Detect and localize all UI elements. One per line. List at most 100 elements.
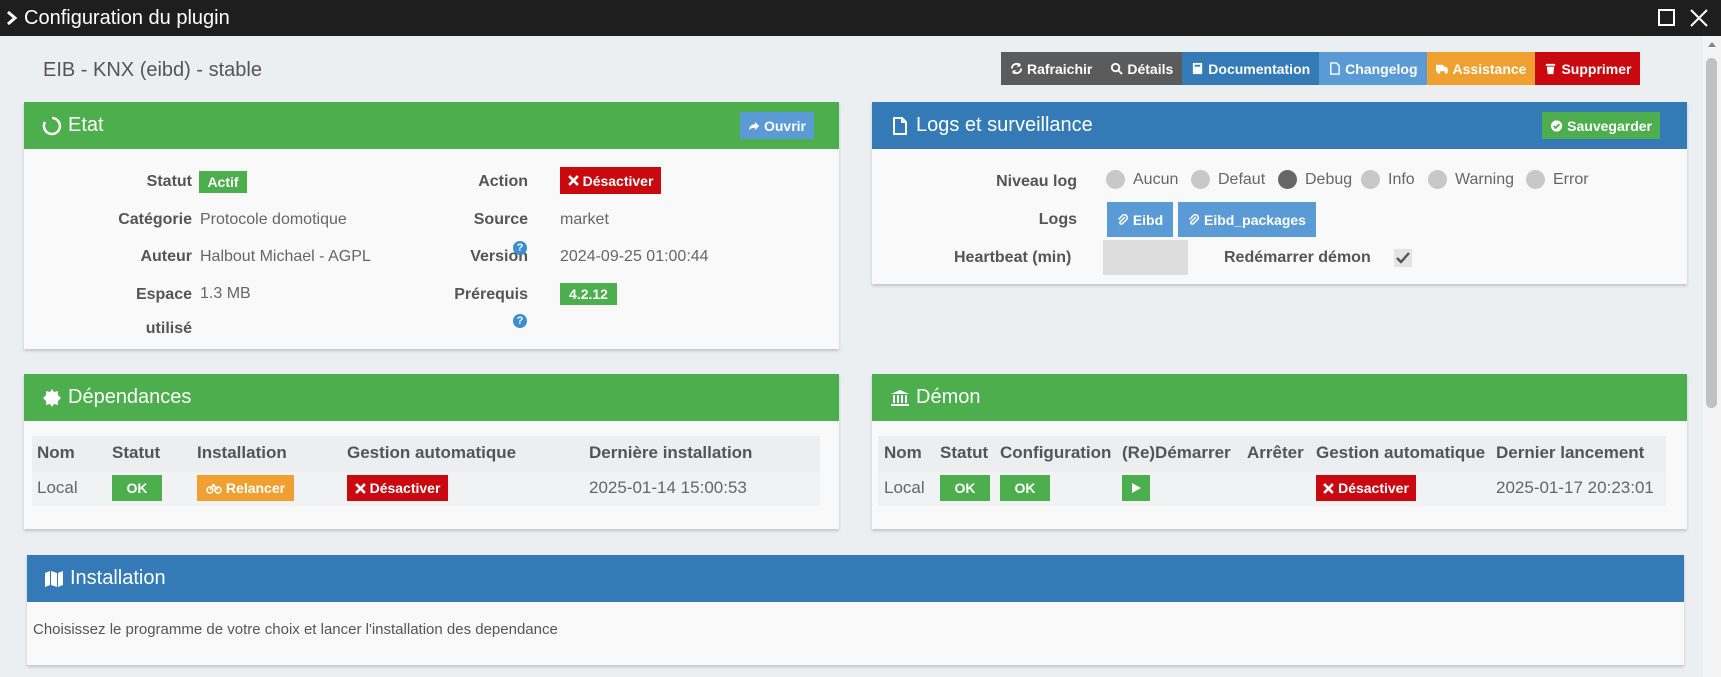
version-help-icon[interactable]: ? (513, 241, 527, 255)
documentation-button[interactable]: Documentation (1182, 52, 1320, 85)
heartbeat-label: Heartbeat (min) (954, 249, 1072, 266)
certificate-icon (43, 388, 61, 407)
radio-dot (1361, 170, 1380, 189)
level-defaut-radio[interactable]: Defaut (1191, 170, 1265, 189)
demon-desactiver-button[interactable]: Désactiver (1316, 475, 1416, 501)
details-button[interactable]: Détails (1101, 52, 1183, 85)
col-gestion: Gestion automatique (347, 443, 517, 462)
logs-label: Logs (1038, 211, 1077, 228)
espace-value: 1.3 MB (200, 285, 251, 302)
level-warning-radio[interactable]: Warning (1428, 170, 1514, 189)
prerequis-label: Prérequis (454, 286, 528, 303)
paperclip-icon (1189, 213, 1200, 225)
scrollbar-thumb[interactable] (1706, 58, 1717, 408)
version-value: 2024-09-25 01:00:44 (560, 248, 709, 265)
author-name: Halbout Michael (200, 248, 315, 265)
statut-badge: Actif (199, 171, 247, 193)
heartbeat-input[interactable] (1103, 240, 1188, 275)
radio-dot (1526, 170, 1545, 189)
radio-dot (1191, 170, 1210, 189)
demon-panel: Démon Nom Statut Configuration (Re)Démar… (872, 374, 1687, 529)
times-icon (1323, 482, 1334, 494)
col-statut: Statut (112, 443, 161, 462)
maximize-icon[interactable] (1656, 7, 1678, 29)
share-icon (748, 121, 760, 130)
demon-header: Démon (872, 374, 1687, 421)
col-redemarrer: (Re)Démarrer (1122, 443, 1231, 462)
map-icon (45, 570, 63, 587)
chevron-right-icon[interactable] (5, 9, 19, 27)
close-icon[interactable] (1688, 7, 1710, 29)
plugin-name: EIB - KNX (eibd) - stable (43, 59, 262, 81)
auteur-label: Auteur (140, 248, 192, 265)
plugin-toolbar: Rafraichir Détails Documentation Changel… (1001, 52, 1641, 85)
col-statut: Statut (940, 443, 989, 462)
espace-label-2: utilisé (145, 320, 192, 337)
level-error-radio[interactable]: Error (1526, 170, 1589, 189)
relancer-button[interactable]: Relancer (197, 475, 294, 501)
play-icon (1132, 483, 1141, 493)
log-eibd-packages-button[interactable]: Eibd_packages (1178, 202, 1316, 237)
log-eibd-button[interactable]: Eibd (1107, 202, 1173, 237)
level-debug-radio[interactable]: Debug (1278, 170, 1352, 189)
spinner-icon (42, 116, 62, 135)
start-daemon-button[interactable] (1122, 475, 1150, 501)
espace-label-1: Espace (135, 286, 192, 303)
dependances-table: Nom Statut Installation Gestion automati… (32, 436, 820, 506)
trash-icon (1546, 63, 1556, 75)
dep-desactiver-button[interactable]: Désactiver (347, 475, 448, 501)
restart-daemon-checkbox[interactable] (1394, 249, 1412, 267)
table-row: Local OK Relancer Désactiver 2025-01-14 … (32, 472, 820, 506)
level-aucun-radio[interactable]: Aucun (1106, 170, 1178, 189)
source-value: market (560, 211, 609, 228)
save-button[interactable]: Sauvegarder (1542, 112, 1660, 139)
installation-panel: Installation Choisissez le programme de … (27, 555, 1684, 665)
version-label: Version (470, 248, 528, 265)
demon-nom: Local (884, 478, 925, 497)
dep-statut-badge: OK (112, 475, 162, 501)
col-installation: Installation (197, 443, 287, 462)
paperclip-icon (1117, 213, 1128, 225)
dep-nom: Local (37, 478, 78, 497)
installation-header: Installation (27, 555, 1684, 602)
truck-icon (1435, 64, 1448, 74)
col-nom: Nom (37, 443, 75, 462)
table-row: Local OK OK Désactiver 2025-01-17 20:23:… (878, 472, 1666, 506)
prerequis-help-icon[interactable]: ? (513, 314, 527, 328)
demon-table: Nom Statut Configuration (Re)Démarrer Ar… (878, 436, 1666, 506)
dependances-title: Dépendances (68, 386, 192, 408)
scroll-up-arrow[interactable] (1708, 42, 1716, 47)
dep-derniere: 2025-01-14 15:00:53 (589, 478, 747, 497)
delete-button[interactable]: Supprimer (1535, 52, 1641, 85)
etat-header: Etat Ouvrir (24, 102, 839, 149)
categorie-label: Catégorie (118, 211, 192, 228)
col-dernier: Dernier lancement (1496, 443, 1645, 462)
times-icon (567, 175, 579, 186)
book-icon (1193, 62, 1203, 75)
logs-panel: Logs et surveillance Sauvegarder Niveau … (872, 102, 1687, 284)
radio-dot (1428, 170, 1447, 189)
etat-title: Etat (68, 114, 104, 136)
action-label: Action (478, 173, 528, 190)
bicycle-icon (206, 483, 222, 494)
refresh-button[interactable]: Rafraichir (1001, 52, 1102, 85)
statut-label: Statut (146, 173, 192, 190)
changelog-button[interactable]: Changelog (1319, 52, 1427, 85)
categorie-value: Protocole domotique (200, 211, 347, 228)
installation-title: Installation (70, 567, 166, 589)
installation-text: Choisissez le programme de votre choix e… (33, 621, 558, 638)
assistance-button[interactable]: Assistance (1426, 52, 1536, 85)
auteur-value: Halbout Michael - AGPL (200, 247, 371, 267)
logs-header: Logs et surveillance Sauvegarder (872, 102, 1687, 149)
col-derniere: Dernière installation (589, 443, 753, 462)
radio-dot-selected (1278, 170, 1297, 189)
level-info-radio[interactable]: Info (1361, 170, 1415, 189)
col-gestion: Gestion automatique (1316, 443, 1486, 462)
open-button[interactable]: Ouvrir (740, 112, 814, 139)
deactivate-plugin-button[interactable]: Désactiver (560, 167, 661, 194)
demon-dernier: 2025-01-17 20:23:01 (1496, 478, 1654, 497)
dependances-header: Dépendances (24, 374, 839, 421)
demon-config-badge: OK (1000, 475, 1050, 501)
bank-icon (891, 389, 909, 406)
window-titlebar: Configuration du plugin (0, 0, 1721, 36)
